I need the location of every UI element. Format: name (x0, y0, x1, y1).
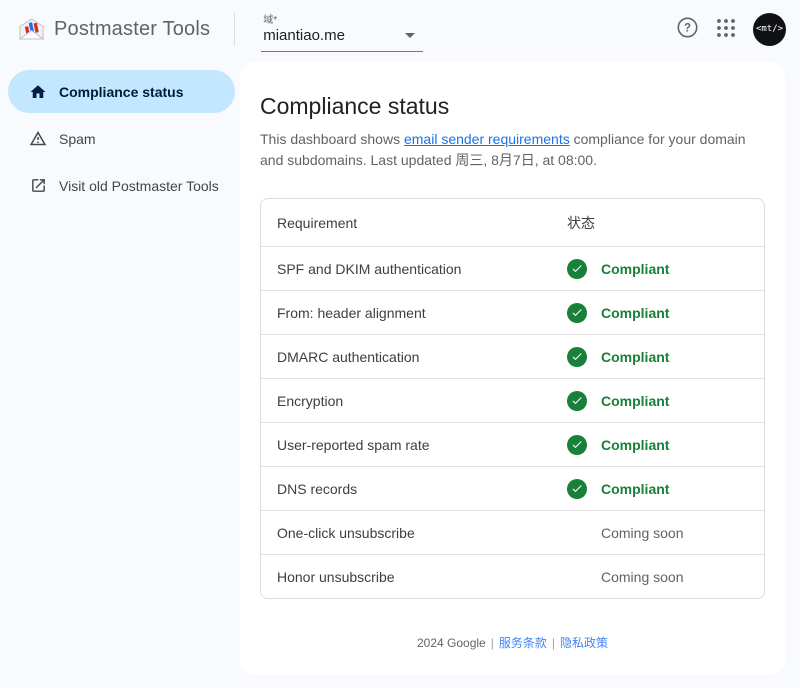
footer-copyright: 2024 Google (417, 636, 486, 650)
privacy-policy-link[interactable]: 隐私政策 (560, 636, 608, 650)
terms-of-service-link[interactable]: 服务条款 (499, 636, 547, 650)
status-cell: Compliant (567, 347, 669, 367)
sidebar-item-compliance-status[interactable]: Compliance status (8, 70, 235, 113)
status-cell: Compliant (567, 303, 669, 323)
content-card: Compliance status This dashboard shows e… (240, 62, 785, 675)
description-text-before: This dashboard shows (260, 131, 404, 147)
status-cell: Coming soon (567, 523, 684, 543)
domain-selector[interactable]: 域* miantiao.me (261, 6, 423, 52)
requirement-cell: From: header alignment (261, 305, 567, 321)
requirement-cell: Honor unsubscribe (261, 569, 567, 585)
table-row: SPF and DKIM authentication Compliant (261, 246, 764, 290)
status-text: Compliant (601, 393, 669, 409)
footer-separator: | (491, 636, 494, 650)
compliance-table: Requirement 状态 SPF and DKIM authenticati… (260, 198, 765, 599)
page-description: This dashboard shows email sender requir… (260, 129, 765, 171)
topbar: Postmaster Tools 域* miantiao.me ? (0, 0, 800, 58)
status-cell: Compliant (567, 259, 669, 279)
status-cell: Compliant (567, 435, 669, 455)
compliant-check-icon (567, 259, 587, 279)
table-row: Honor unsubscribe Coming soon (261, 554, 764, 598)
sidebar-item-label: Visit old Postmaster Tools (59, 178, 219, 194)
status-text: Compliant (601, 437, 669, 453)
apps-grid-icon (716, 18, 736, 41)
sidebar: Compliance status Spam Visit old Postmas… (0, 58, 240, 211)
requirement-cell: User-reported spam rate (261, 437, 567, 453)
table-row: User-reported spam rate Compliant (261, 422, 764, 466)
sidebar-item-label: Compliance status (59, 84, 183, 100)
page-title: Compliance status (260, 93, 765, 120)
status-text: Compliant (601, 305, 669, 321)
svg-text:?: ? (684, 23, 691, 35)
home-icon (29, 83, 47, 101)
status-text: Coming soon (601, 569, 684, 585)
compliant-check-icon (567, 479, 587, 499)
external-link-icon (29, 177, 47, 194)
table-row: From: header alignment Compliant (261, 290, 764, 334)
main-layout: Compliance status Spam Visit old Postmas… (0, 58, 800, 688)
topbar-actions: ? <mt/> (676, 13, 786, 46)
table-row: Encryption Compliant (261, 378, 764, 422)
help-icon: ? (676, 16, 699, 42)
compliant-check-icon (567, 347, 587, 367)
status-cell: Coming soon (567, 567, 684, 587)
domain-selector-value: miantiao.me (263, 27, 345, 44)
dropdown-caret-icon (405, 33, 415, 38)
app-title: Postmaster Tools (54, 18, 210, 41)
sidebar-item-spam[interactable]: Spam (8, 117, 235, 160)
warning-icon (29, 129, 47, 148)
compliant-check-icon (567, 435, 587, 455)
account-avatar[interactable]: <mt/> (753, 13, 786, 46)
requirement-column-header: Requirement (261, 215, 567, 231)
requirement-cell: SPF and DKIM authentication (261, 261, 567, 277)
postmaster-logo-icon (18, 17, 45, 41)
sidebar-item-label: Spam (59, 131, 96, 147)
table-row: DNS records Compliant (261, 466, 764, 510)
brand: Postmaster Tools (18, 17, 210, 41)
domain-selector-label: 域* (263, 11, 421, 26)
help-button[interactable]: ? (676, 16, 699, 42)
table-header-row: Requirement 状态 (261, 199, 764, 246)
email-sender-requirements-link[interactable]: email sender requirements (404, 131, 570, 147)
compliant-check-icon (567, 303, 587, 323)
topbar-divider (234, 12, 235, 46)
status-cell: Compliant (567, 391, 669, 411)
requirement-cell: One-click unsubscribe (261, 525, 567, 541)
status-text: Coming soon (601, 525, 684, 541)
requirement-cell: Encryption (261, 393, 567, 409)
compliant-check-icon (567, 391, 587, 411)
apps-grid-button[interactable] (716, 18, 736, 41)
status-cell: Compliant (567, 479, 669, 499)
requirement-cell: DNS records (261, 481, 567, 497)
footer-separator: | (552, 636, 555, 650)
status-text: Compliant (601, 349, 669, 365)
sidebar-item-old-postmaster-tools[interactable]: Visit old Postmaster Tools (8, 164, 235, 207)
status-text: Compliant (601, 481, 669, 497)
table-row: DMARC authentication Compliant (261, 334, 764, 378)
status-text: Compliant (601, 261, 669, 277)
table-row: One-click unsubscribe Coming soon (261, 510, 764, 554)
compliance-table-body: SPF and DKIM authentication Compliant Fr… (261, 246, 764, 598)
page-footer: 2024 Google | 服务条款 | 隐私政策 (240, 634, 785, 651)
status-column-header: 状态 (567, 213, 595, 233)
requirement-cell: DMARC authentication (261, 349, 567, 365)
